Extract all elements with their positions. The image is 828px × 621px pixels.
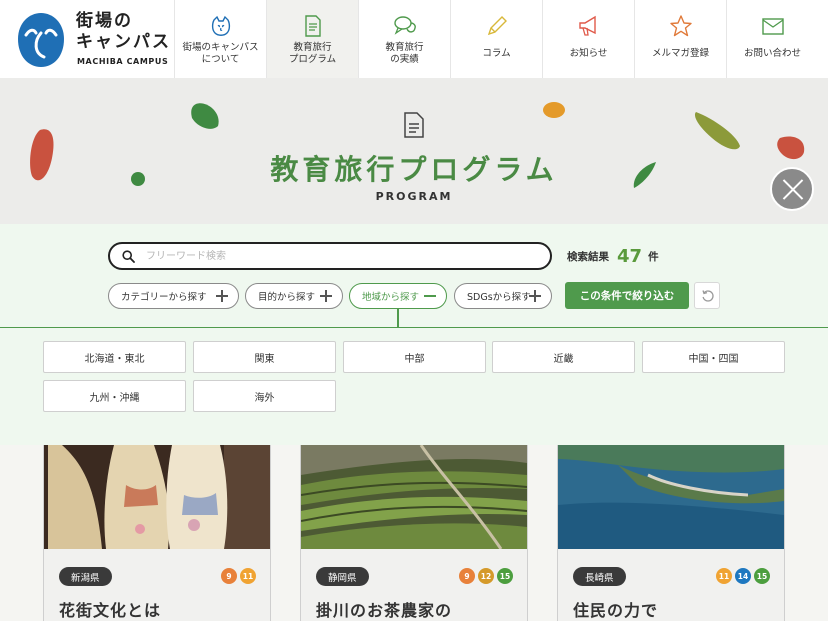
search-result: 検索結果 47 件 [567, 243, 659, 269]
main-nav: 街場のキャンパス について 教育旅行 プログラム 教育旅行 の実績 コラム お知… [174, 0, 818, 78]
logo-title: 街場の キャンパス [76, 11, 171, 52]
nav-item-news[interactable]: お知らせ [542, 0, 634, 78]
sdgs-badges: 9 11 [221, 568, 256, 584]
filter-sdgs-button[interactable]: SDGsから探す [454, 283, 552, 309]
logo-emblem [18, 13, 64, 67]
region-hokkaido-tohoku[interactable]: 北海道・東北 [43, 341, 186, 373]
megaphone-icon [578, 15, 596, 36]
region-kanto[interactable]: 関東 [193, 341, 336, 373]
search-panel: 検索結果 47 件 カテゴリーから探す 目的から探す 地域から探す SDGsから… [0, 224, 828, 328]
sdgs-badge: 14 [735, 568, 751, 584]
card-title: 掛川のお茶農家の [316, 601, 453, 620]
search-box[interactable] [108, 242, 552, 270]
page-title: 教育旅行プログラム [270, 153, 558, 186]
hero-banner: 教育旅行プログラム PROGRAM [0, 78, 828, 224]
plus-icon [216, 290, 228, 302]
plus-icon [529, 290, 541, 302]
nav-item-newsletter[interactable]: メルマガ登録 [634, 0, 726, 78]
program-card[interactable]: 静岡県 9 12 15 掛川のお茶農家の [300, 445, 528, 621]
sdgs-badge: 15 [497, 568, 513, 584]
card-title: 花街文化とは [59, 601, 162, 620]
region-kinki[interactable]: 近畿 [492, 341, 635, 373]
minus-icon [424, 290, 436, 302]
sdgs-badge: 9 [459, 568, 475, 584]
region-chubu[interactable]: 中部 [343, 341, 486, 373]
card-image-kimono [44, 445, 270, 549]
filter-region-button[interactable]: 地域から探す [349, 283, 447, 309]
sdgs-badge: 11 [240, 568, 256, 584]
reset-icon [702, 290, 714, 302]
sdgs-badge: 11 [716, 568, 732, 584]
nav-item-column[interactable]: コラム [450, 0, 542, 78]
program-card[interactable]: 長崎県 11 14 15 住民の力で [557, 445, 785, 621]
nav-label: 教育旅行 プログラム [288, 42, 337, 65]
sdgs-badges: 9 12 15 [459, 568, 513, 584]
nav-item-program[interactable]: 教育旅行 プログラム [266, 0, 358, 78]
sdgs-badge: 15 [754, 568, 770, 584]
logo-subtitle: MACHIBA CAMPUS [77, 57, 169, 66]
cat-face-icon [211, 15, 230, 36]
result-count: 47 [617, 245, 643, 267]
nav-item-about[interactable]: 街場のキャンパス について [174, 0, 266, 78]
filter-label: 地域から探す [362, 292, 420, 303]
search-icon [122, 250, 135, 263]
nav-item-contact[interactable]: お問い合わせ [726, 0, 818, 78]
page-subtitle: PROGRAM [375, 190, 453, 203]
region-overseas[interactable]: 海外 [193, 380, 336, 412]
region-dropdown: 北海道・東北 関東 中部 近畿 中国・四国 九州・沖縄 海外 [0, 327, 828, 445]
nav-label: お知らせ [569, 48, 608, 59]
card-image-tea-field [301, 445, 527, 549]
search-input[interactable] [146, 247, 542, 266]
region-kyushu-okinawa[interactable]: 九州・沖縄 [43, 380, 186, 412]
filter-category-button[interactable]: カテゴリーから探す [108, 283, 239, 309]
plus-icon [320, 290, 332, 302]
site-logo[interactable]: 街場の キャンパス MACHIBA CAMPUS [0, 0, 174, 78]
nav-label: コラム [482, 48, 511, 59]
star-icon [669, 15, 692, 37]
sdgs-badge: 12 [478, 568, 494, 584]
dropdown-connector [397, 309, 399, 327]
filter-label: カテゴリーから探す [121, 292, 207, 303]
nav-label: 教育旅行 の実績 [385, 42, 424, 65]
filter-label: 目的から探す [258, 292, 316, 303]
apply-filter-button[interactable]: この条件で絞り込む [565, 282, 689, 309]
pencil-icon [487, 16, 507, 36]
sdgs-badge: 9 [221, 568, 237, 584]
nav-label: お問い合わせ [743, 48, 801, 59]
nav-label: 街場のキャンパス について [182, 42, 259, 65]
reset-button[interactable] [694, 282, 720, 309]
envelope-icon [761, 18, 784, 35]
document-icon [304, 15, 321, 37]
close-button[interactable] [770, 167, 814, 211]
result-unit: 件 [648, 250, 659, 263]
prefecture-badge: 新潟県 [59, 567, 112, 586]
program-card[interactable]: 新潟県 9 11 花街文化とは [43, 445, 271, 621]
region-chugoku-shikoku[interactable]: 中国・四国 [642, 341, 785, 373]
speech-bubbles-icon [393, 16, 416, 35]
sdgs-badges: 11 14 15 [716, 568, 770, 584]
document-icon [404, 112, 424, 138]
nav-label: メルマガ登録 [651, 48, 709, 59]
card-image-island-aerial [558, 445, 784, 549]
site-header: 街場の キャンパス MACHIBA CAMPUS 街場のキャンパス について 教… [0, 0, 828, 78]
result-label: 検索結果 [567, 250, 609, 263]
filter-purpose-button[interactable]: 目的から探す [245, 283, 343, 309]
prefecture-badge: 静岡県 [316, 567, 369, 586]
prefecture-badge: 長崎県 [573, 567, 626, 586]
card-title: 住民の力で [573, 601, 659, 620]
filter-label: SDGsから探す [467, 292, 531, 303]
nav-item-results[interactable]: 教育旅行 の実績 [358, 0, 450, 78]
